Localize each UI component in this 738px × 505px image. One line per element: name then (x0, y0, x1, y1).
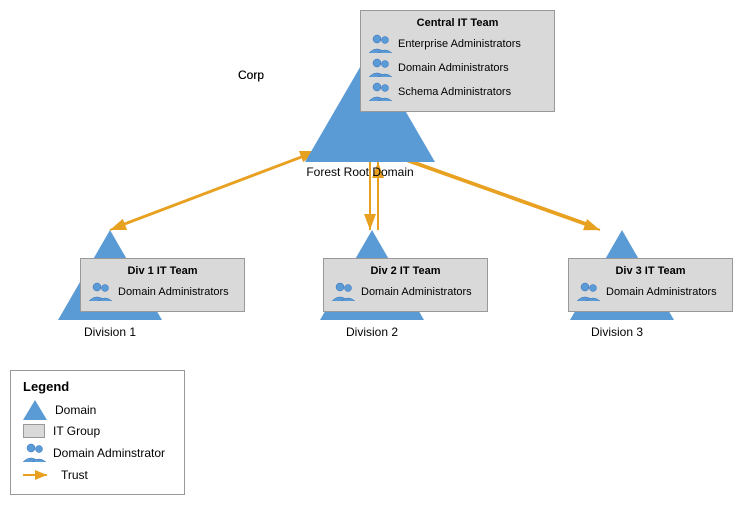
div1-it-box: Div 1 IT Team Domain Administrators (80, 258, 245, 312)
div3-label: Division 3 (557, 325, 677, 339)
diagram-container: Corp Forest Root Domain Central IT Team … (0, 0, 738, 400)
forest-root-label: Forest Root Domain (300, 165, 420, 179)
div2-it-box: Div 2 IT Team Domain Administrators (323, 258, 488, 312)
div1-row-1: Domain Administrators (89, 281, 236, 303)
legend-box: Legend Domain IT Group Domain Adminstrat… (10, 370, 185, 495)
legend-trust-label: Trust (61, 468, 88, 482)
central-it-title: Central IT Team (369, 17, 546, 29)
legend-arrow-icon (23, 469, 53, 481)
legend-box-icon (23, 424, 45, 438)
corp-text: Corp (238, 68, 264, 82)
div3-user-icon (577, 281, 601, 303)
legend-trust: Trust (23, 468, 172, 482)
central-row-2: Domain Administrators (369, 57, 546, 79)
legend-domainadmin: Domain Adminstrator (23, 442, 172, 464)
div1-it-title: Div 1 IT Team (89, 265, 236, 277)
div3-row-1-text: Domain Administrators (606, 286, 717, 298)
div2-label: Division 2 (317, 325, 427, 339)
central-row-2-text: Domain Administrators (398, 62, 509, 74)
central-row-3-text: Schema Administrators (398, 86, 511, 98)
central-it-box: Central IT Team Enterprise Administrator… (360, 10, 555, 112)
user-icon-2 (369, 57, 393, 79)
legend-title: Legend (23, 379, 172, 394)
div1-row-1-text: Domain Administrators (118, 286, 229, 298)
legend-itgroup-label: IT Group (53, 424, 100, 438)
div3-row-1: Domain Administrators (577, 281, 724, 303)
user-icon-1 (369, 33, 393, 55)
div1-user-icon (89, 281, 113, 303)
legend-domain: Domain (23, 400, 172, 420)
central-row-3: Schema Administrators (369, 81, 546, 103)
div3-it-title: Div 3 IT Team (577, 265, 724, 277)
central-row-1-text: Enterprise Administrators (398, 38, 521, 50)
div1-label: Division 1 (55, 325, 165, 339)
legend-domain-label: Domain (55, 403, 96, 417)
legend-user-icon (23, 442, 47, 464)
div3-it-box: Div 3 IT Team Domain Administrators (568, 258, 733, 312)
legend-domainadmin-label: Domain Adminstrator (53, 446, 165, 460)
user-icon-3 (369, 81, 393, 103)
legend-itgroup: IT Group (23, 424, 172, 438)
legend-triangle-icon (23, 400, 47, 420)
div2-row-1: Domain Administrators (332, 281, 479, 303)
div2-it-title: Div 2 IT Team (332, 265, 479, 277)
div2-user-icon (332, 281, 356, 303)
central-row-1: Enterprise Administrators (369, 33, 546, 55)
div2-row-1-text: Domain Administrators (361, 286, 472, 298)
